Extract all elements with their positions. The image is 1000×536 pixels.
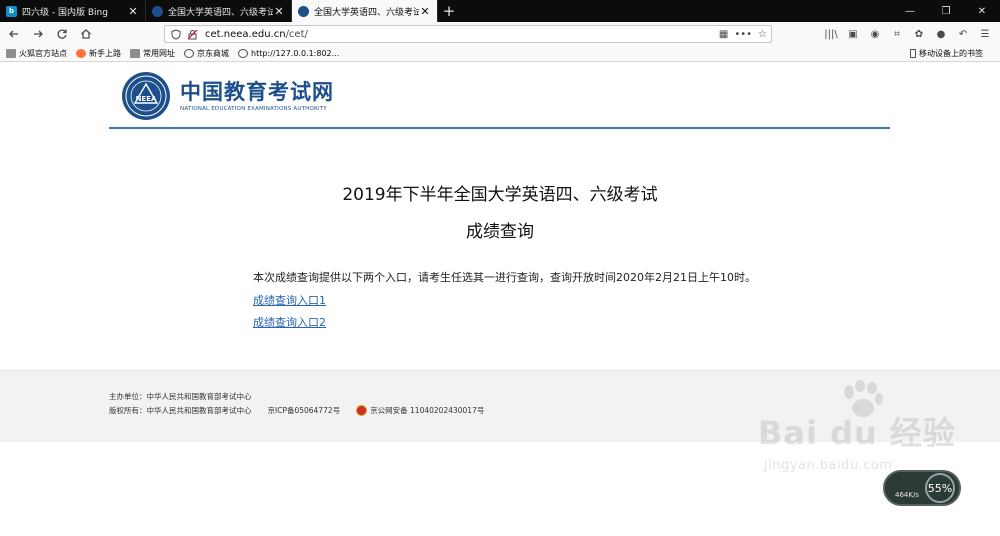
back-button[interactable]: [4, 24, 24, 44]
url-host: cet.neea.edu.cn: [205, 28, 286, 40]
close-icon[interactable]: ✕: [127, 6, 139, 17]
tab-title: 全国大学英语四、六级考试成绩: [314, 7, 419, 18]
restore-icon[interactable]: ❐: [928, 0, 964, 22]
library-icon[interactable]: |||\: [822, 24, 840, 44]
globe-icon: [184, 49, 194, 58]
reload-button[interactable]: [52, 24, 72, 44]
watermark-brand: Bai du 经验: [758, 414, 956, 452]
bing-icon: b: [6, 5, 17, 17]
tab-title: 全国大学英语四、六级考试(CET): [168, 7, 273, 18]
query-notice: 本次成绩查询提供以下两个入口，请考生任选其一进行查询，查询开放时间2020年2月…: [253, 271, 756, 284]
close-icon[interactable]: ✕: [419, 6, 431, 17]
forward-arrow-icon: [34, 30, 43, 38]
bookmark-star-icon[interactable]: ☆: [758, 29, 767, 40]
toolbar-buttons: |||\ ▣ ◉ ⌗ ✿ ● ↶ ☰: [822, 24, 994, 44]
bookmark-mobile[interactable]: 移动设备上的书签: [910, 48, 983, 59]
svg-text:NEEA: NEEA: [136, 95, 157, 103]
police-badge-icon: [356, 405, 368, 416]
forward-button[interactable]: [28, 24, 48, 44]
header-divider: [109, 127, 890, 129]
footer-sponsor: 主办单位：中华人民共和国教育部考试中心: [109, 392, 252, 401]
tab-strip: b 四六级 - 国内版 Bing ✕ 全国大学英语四、六级考试(CET) ✕ 全…: [0, 0, 1000, 22]
undo-icon[interactable]: ↶: [954, 24, 972, 44]
url-path: /cet/: [285, 28, 308, 40]
globe-icon: [238, 49, 248, 58]
tab-title: 四六级 - 国内版 Bing: [22, 7, 108, 18]
screenshot-icon[interactable]: ⌗: [888, 24, 906, 44]
watermark-url: jingyan.baidu.com: [764, 458, 893, 473]
bookmark-getting-started[interactable]: 新手上路: [76, 48, 121, 59]
bookmark-jd[interactable]: 京东商城: [184, 48, 229, 59]
firefox-icon: [76, 49, 86, 58]
minimize-icon[interactable]: —: [892, 0, 928, 22]
folder-icon: [130, 49, 140, 58]
bookmark-localhost[interactable]: http://127.0.0.1:802...: [238, 49, 339, 58]
menu-icon[interactable]: ☰: [976, 24, 994, 44]
page-subtitle: 成绩查询: [466, 222, 534, 242]
insecure-lock-icon[interactable]: [185, 27, 199, 41]
site-logo[interactable]: NEEA 中国教育考试网 NATIONAL EDUCATION EXAMINAT…: [122, 72, 334, 120]
neea-seal-icon: NEEA: [122, 72, 170, 120]
shield-icon[interactable]: [169, 27, 183, 41]
reload-icon: [57, 29, 67, 39]
navigation-toolbar: cet.neea.edu.cn/cet/ ▦ ••• ☆ |||\ ▣ ◉ ⌗ …: [0, 22, 1000, 46]
qr-code-icon[interactable]: ▦: [719, 29, 728, 40]
tab-cet-home[interactable]: 全国大学英语四、六级考试(CET) ✕: [146, 0, 292, 22]
neea-icon: [298, 5, 309, 17]
folder-icon: [6, 49, 16, 58]
logo-title: 中国教育考试网: [180, 79, 334, 104]
close-window-icon[interactable]: ✕: [964, 0, 1000, 22]
speed-percent: 55%: [925, 473, 955, 503]
page-title: 2019年下半年全国大学英语四、六级考试: [342, 185, 658, 205]
icp-link[interactable]: 京ICP备05064772号: [268, 405, 341, 416]
sidebar-icon[interactable]: ▣: [844, 24, 862, 44]
footer-copyright-row: 版权所有：中华人民共和国教育部考试中心 京ICP备05064772号 京公网安备…: [109, 405, 484, 416]
speed-rate: 464K/s: [895, 491, 919, 499]
bookmarks-toolbar: 火狐官方站点 新手上路 常用网址 京东商城 http://127.0.0.1:8…: [0, 46, 1000, 62]
score-query-link-1[interactable]: 成绩查询入口1: [253, 292, 326, 308]
chat-icon[interactable]: ●: [932, 24, 950, 44]
tab-bing[interactable]: b 四六级 - 国内版 Bing ✕: [0, 0, 146, 22]
score-query-link-2[interactable]: 成绩查询入口2: [253, 314, 326, 330]
home-button[interactable]: [76, 24, 96, 44]
new-tab-button[interactable]: +: [438, 0, 460, 22]
more-actions-icon[interactable]: •••: [734, 29, 752, 40]
mobile-icon: [910, 49, 916, 58]
bookmark-common-sites[interactable]: 常用网址: [130, 48, 175, 59]
account-icon[interactable]: ◉: [866, 24, 884, 44]
bookmark-firefox-site[interactable]: 火狐官方站点: [6, 48, 67, 59]
extension-icon[interactable]: ✿: [910, 24, 928, 44]
police-record-link[interactable]: 京公网安备 11040202430017号: [370, 405, 484, 416]
tab-cet-score[interactable]: 全国大学英语四、六级考试成绩 ✕: [292, 0, 438, 22]
window-controls: — ❐ ✕: [892, 0, 1000, 22]
neea-icon: [152, 5, 163, 17]
url-text[interactable]: cet.neea.edu.cn/cet/: [201, 29, 719, 40]
footer-copyright: 版权所有：中华人民共和国教育部考试中心: [109, 406, 252, 415]
logo-subtitle: NATIONAL EDUCATION EXAMINATIONS AUTHORIT…: [180, 105, 327, 112]
home-icon: [81, 29, 91, 39]
network-speed-widget[interactable]: 464K/s 55%: [883, 470, 961, 506]
close-icon[interactable]: ✕: [273, 6, 285, 17]
address-bar[interactable]: cet.neea.edu.cn/cet/ ▦ ••• ☆: [164, 25, 772, 43]
back-arrow-icon: [9, 30, 18, 38]
